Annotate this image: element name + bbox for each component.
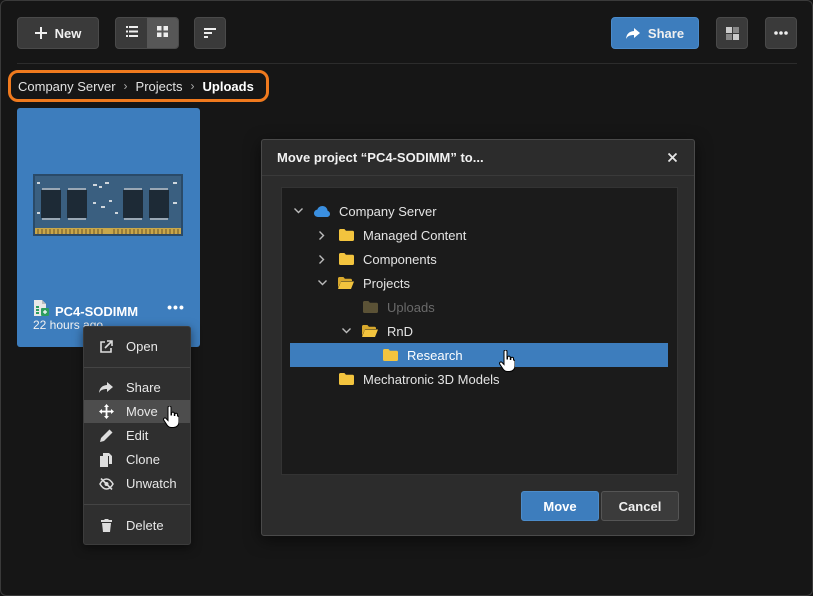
- folder-tree: Company Server Managed Content Component…: [281, 187, 678, 475]
- tree-item-research[interactable]: Research: [290, 343, 668, 367]
- chevron-right-icon: ›: [123, 79, 128, 93]
- menu-item-label: Move: [126, 404, 158, 419]
- menu-separator: [84, 504, 190, 505]
- menu-item-label: Share: [126, 380, 161, 395]
- plus-icon: [34, 27, 47, 39]
- menu-item-label: Unwatch: [126, 476, 177, 491]
- open-external-icon: [98, 339, 114, 355]
- tree-item-mechatronic-3d-models[interactable]: Mechatronic 3D Models: [282, 367, 677, 391]
- tree-item-label: Projects: [363, 275, 410, 291]
- menu-separator: [84, 367, 190, 368]
- layout-button[interactable]: [716, 17, 748, 49]
- tree-item-company-server[interactable]: Company Server: [282, 199, 677, 223]
- sort-icon: [204, 28, 216, 38]
- sort-button[interactable]: [194, 17, 226, 49]
- menu-item-open[interactable]: Open: [84, 335, 190, 358]
- menu-item-label: Delete: [126, 518, 164, 533]
- breadcrumb-item-company-server[interactable]: Company Server: [18, 79, 116, 94]
- menu-item-delete[interactable]: Delete: [84, 514, 190, 537]
- grid-icon: [157, 24, 168, 42]
- tree-item-label: RnD: [387, 323, 414, 339]
- menu-item-edit[interactable]: Edit: [84, 424, 190, 447]
- pencil-icon: [98, 428, 114, 444]
- menu-item-label: Open: [126, 339, 158, 354]
- move-button[interactable]: Move: [521, 491, 599, 521]
- layout-grid-icon: [725, 26, 739, 40]
- breadcrumb: Company Server › Projects › Uploads: [8, 70, 269, 102]
- tree-item-label: Mechatronic 3D Models: [363, 371, 500, 387]
- tree-item-managed-content[interactable]: Managed Content: [282, 223, 677, 247]
- chevron-right-icon[interactable]: [316, 229, 328, 241]
- menu-item-label: Clone: [126, 452, 160, 467]
- cancel-button[interactable]: Cancel: [601, 491, 679, 521]
- folder-icon: [362, 300, 378, 314]
- folder-open-icon: [338, 276, 354, 290]
- share-arrow-icon: [625, 27, 640, 39]
- card-title: PC4-SODIMM: [55, 303, 139, 319]
- new-button-label: New: [54, 25, 82, 41]
- breadcrumb-item-projects[interactable]: Projects: [136, 79, 183, 94]
- trash-icon: [98, 518, 114, 534]
- move-arrows-icon: [98, 404, 114, 420]
- folder-icon: [338, 372, 354, 386]
- tree-item-label: Research: [407, 347, 463, 363]
- chevron-down-icon[interactable]: [292, 205, 304, 217]
- folder-icon: [338, 252, 354, 266]
- menu-item-label: Edit: [126, 428, 149, 443]
- move-project-dialog: Move project “PC4-SODIMM” to... Company …: [261, 139, 695, 536]
- new-button[interactable]: New: [17, 17, 99, 49]
- menu-item-clone[interactable]: Clone: [84, 448, 190, 471]
- breadcrumb-item-uploads: Uploads: [202, 78, 254, 94]
- close-icon[interactable]: [664, 149, 680, 165]
- share-button-label: Share: [647, 25, 685, 41]
- context-menu: Open Share Move Edit Clone Unwatch Delet…: [83, 326, 191, 545]
- tree-item-projects[interactable]: Projects: [282, 271, 677, 295]
- tree-item-label: Components: [363, 251, 437, 267]
- more-dots-icon: [774, 31, 788, 35]
- pcb-thumbnail: [33, 174, 183, 236]
- cloud-icon: [314, 204, 330, 218]
- tree-item-components[interactable]: Components: [282, 247, 677, 271]
- clone-icon: [98, 452, 114, 468]
- menu-item-share[interactable]: Share: [84, 376, 190, 399]
- view-mode-toggle: [115, 17, 179, 49]
- tree-item-label: Company Server: [339, 203, 437, 219]
- eye-off-icon: [98, 476, 114, 492]
- chevron-right-icon[interactable]: [316, 253, 328, 265]
- tree-item-uploads: Uploads: [282, 295, 677, 319]
- dialog-title: Move project “PC4-SODIMM” to...: [262, 140, 694, 176]
- folder-icon: [338, 228, 354, 242]
- more-options-button[interactable]: [765, 17, 797, 49]
- tree-item-rnd[interactable]: RnD: [282, 319, 677, 343]
- grid-view-button[interactable]: [147, 18, 178, 48]
- share-button[interactable]: Share: [611, 17, 699, 49]
- card-more-button[interactable]: •••: [165, 298, 187, 316]
- folder-icon: [382, 348, 398, 362]
- chevron-down-icon[interactable]: [316, 277, 328, 289]
- chevron-right-icon: ›: [190, 79, 195, 93]
- menu-item-unwatch[interactable]: Unwatch: [84, 472, 190, 495]
- project-card[interactable]: PC4-SODIMM 22 hours ago •••: [17, 108, 200, 347]
- toolbar-divider: [17, 63, 797, 64]
- chevron-down-icon[interactable]: [340, 325, 352, 337]
- list-icon: [125, 24, 138, 42]
- list-view-button[interactable]: [116, 18, 147, 48]
- menu-item-move[interactable]: Move: [84, 400, 190, 423]
- tree-item-label: Managed Content: [363, 227, 467, 243]
- tree-item-label: Uploads: [387, 299, 435, 315]
- folder-open-icon: [362, 324, 378, 338]
- share-arrow-icon: [98, 380, 114, 396]
